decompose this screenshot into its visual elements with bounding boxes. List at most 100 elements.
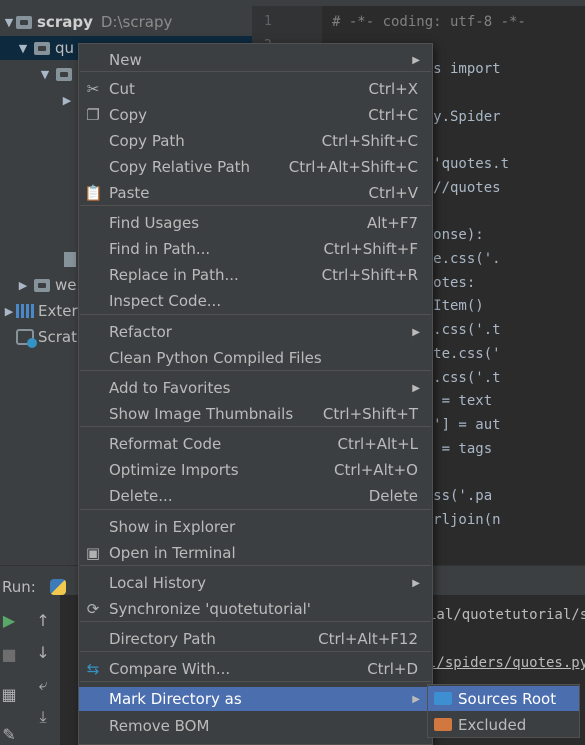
run-play-icon[interactable]: ▶: [0, 611, 18, 630]
console-line: ial/quotetutorial/sp: [428, 607, 585, 623]
menu-item-cut[interactable]: ✂ Cut Ctrl+X: [79, 77, 432, 101]
menu-item-show-image-thumbnails[interactable]: Show Image Thumbnails Ctrl+Shift+T: [79, 402, 432, 426]
menu-item-paste[interactable]: 📋 Paste Ctrl+V: [79, 181, 432, 205]
menu-item-directory-path[interactable]: Directory Path Ctrl+Alt+F12: [79, 627, 432, 651]
menu-item-shortcut: Ctrl+Alt+L: [337, 435, 419, 453]
menu-item-label: Cut: [109, 80, 135, 98]
collapse-arrow-icon[interactable]: ▼: [16, 42, 30, 55]
submenu-arrow-icon: ▶: [412, 382, 420, 394]
menu-item-label: Find Usages: [109, 214, 200, 232]
menu-item-inspect-code[interactable]: Inspect Code...: [79, 289, 432, 313]
menu-item-optimize-imports[interactable]: Optimize Imports Ctrl+Alt+O: [79, 458, 432, 482]
menu-item-show-in-explorer[interactable]: Show in Explorer: [79, 515, 432, 539]
run-label: Run:: [2, 577, 36, 596]
menu-item-add-to-favorites[interactable]: Add to Favorites ▶: [79, 376, 432, 400]
menu-item-clean-python-compiled-files[interactable]: Clean Python Compiled Files: [79, 346, 432, 370]
submenu-arrow-icon: ▶: [412, 577, 420, 589]
menu-item-label: Refactor: [109, 323, 172, 341]
menu-item-copy-path[interactable]: Copy Path Ctrl+Shift+C: [79, 129, 432, 153]
menu-item-shortcut: Ctrl+Alt+Shift+C: [288, 158, 418, 176]
menu-separator: [80, 426, 431, 427]
arrow-down-icon[interactable]: ↓: [34, 643, 52, 662]
menu-separator: [80, 651, 431, 652]
menu-item-label: Copy Relative Path: [109, 158, 251, 176]
menu-item-copy-relative-path[interactable]: Copy Relative Path Ctrl+Alt+Shift+C: [79, 155, 432, 179]
menu-item-label: Optimize Imports: [109, 461, 239, 479]
collapse-arrow-icon[interactable]: ▼: [2, 16, 16, 29]
menu-item-label: Open in Terminal: [109, 544, 236, 562]
menu-item-shortcut: Delete: [368, 487, 418, 505]
menu-item-label: Reformat Code: [109, 435, 222, 453]
expand-arrow-icon[interactable]: ▶: [2, 305, 16, 318]
submenu-arrow-icon: ▶: [412, 54, 420, 66]
menu-item-compare-with[interactable]: ⇆ Compare With... Ctrl+D: [79, 657, 432, 681]
menu-item-label: Synchronize 'quotetutorial': [109, 600, 311, 618]
context-menu: New ▶ ✂ Cut Ctrl+X ❐ Copy Ctrl+C Copy Path Ctrl+S…: [78, 43, 433, 745]
menu-item-replace-in-path[interactable]: Replace in Path... Ctrl+Shift+R: [79, 263, 432, 287]
menu-item-mark-directory-as[interactable]: Mark Directory as ▶: [79, 687, 432, 711]
menu-item-copy[interactable]: ❐ Copy Ctrl+C: [79, 103, 432, 127]
menu-item-local-history[interactable]: Local History ▶: [79, 571, 432, 595]
scissors-icon: ✂: [86, 80, 100, 98]
menu-item-label: Paste: [109, 184, 150, 202]
menu-item-shortcut: Ctrl+D: [367, 660, 418, 678]
selected-folder-label: qu: [55, 39, 75, 57]
scroll-to-end-icon[interactable]: ⤓: [34, 707, 52, 727]
pin-icon[interactable]: ✎: [0, 725, 18, 744]
menu-item-find-in-path[interactable]: Find in Path... Ctrl+Shift+F: [79, 237, 432, 261]
menu-item-label: Add to Favorites: [109, 379, 231, 397]
menu-item-label: Inspect Code...: [109, 292, 222, 310]
file-icon: [64, 251, 76, 267]
menu-item-find-usages[interactable]: Find Usages Alt+F7: [79, 211, 432, 235]
menu-item-shortcut: Ctrl+X: [368, 80, 418, 98]
menu-item-shortcut: Ctrl+V: [368, 184, 418, 202]
expand-arrow-icon[interactable]: ▶: [60, 94, 74, 107]
menu-item-label: New: [109, 51, 142, 69]
layout-icon[interactable]: ▦: [0, 685, 18, 704]
python-icon[interactable]: [49, 578, 66, 595]
libraries-icon: [16, 304, 34, 318]
menu-item-remove-bom[interactable]: Remove BOM: [79, 714, 432, 738]
menu-item-refactor[interactable]: Refactor ▶: [79, 320, 432, 344]
tree-row-root[interactable]: ▼ scrapy D:\scrapy: [0, 10, 252, 34]
root-folder-name: scrapy: [37, 13, 93, 31]
mark-directory-submenu: Sources Root Excluded: [427, 684, 580, 738]
menu-item-shortcut: Alt+F7: [366, 214, 418, 232]
submenu-item-label: Sources Root: [458, 689, 557, 708]
tree-item-label: we: [55, 276, 77, 294]
menu-item-shortcut: Ctrl+Shift+F: [323, 240, 418, 258]
folder-icon: [56, 67, 72, 81]
menu-item-new[interactable]: New ▶: [79, 48, 432, 72]
submenu-item-sources-root[interactable]: Sources Root: [428, 686, 579, 711]
soft-wrap-icon[interactable]: ⤶: [34, 675, 52, 695]
menu-separator: [80, 681, 431, 682]
submenu-arrow-icon: ▶: [412, 326, 420, 338]
menu-item-reformat-code[interactable]: Reformat Code Ctrl+Alt+L: [79, 432, 432, 456]
menu-item-label: Remove BOM: [109, 717, 210, 735]
tree-item-label: Exter: [38, 302, 78, 320]
menu-item-open-in-terminal[interactable]: ▣ Open in Terminal: [79, 541, 432, 565]
compare-icon: ⇆: [86, 660, 100, 678]
menu-separator: [80, 565, 431, 566]
submenu-item-label: Excluded: [458, 715, 527, 734]
arrow-up-icon[interactable]: ↑: [34, 611, 52, 630]
menu-item-delete[interactable]: Delete... Delete: [79, 484, 432, 508]
code-line: # -*- coding: utf-8 -*-: [332, 14, 526, 30]
folder-icon: [34, 41, 50, 55]
menu-item-label: Replace in Path...: [109, 266, 239, 284]
menu-item-shortcut: Ctrl+Shift+T: [322, 405, 418, 423]
menu-separator: [80, 509, 431, 510]
menu-separator: [80, 314, 431, 315]
menu-item-synchronize-quotetutorial[interactable]: ⟳ Synchronize 'quotetutorial': [79, 597, 432, 621]
console-link[interactable]: l/spiders/quotes.py: [428, 655, 585, 671]
submenu-item-excluded[interactable]: Excluded: [428, 712, 579, 737]
menu-item-label: Copy Path: [109, 132, 185, 150]
collapse-arrow-icon[interactable]: ▼: [38, 68, 52, 81]
stop-icon[interactable]: ■: [0, 645, 18, 664]
expand-arrow-icon[interactable]: ▶: [16, 279, 30, 292]
line-number: 1: [264, 14, 272, 29]
excluded-folder-icon: [434, 718, 452, 731]
menu-separator: [80, 621, 431, 622]
menu-item-label: Local History: [109, 574, 207, 592]
scratches-icon: [16, 329, 37, 348]
